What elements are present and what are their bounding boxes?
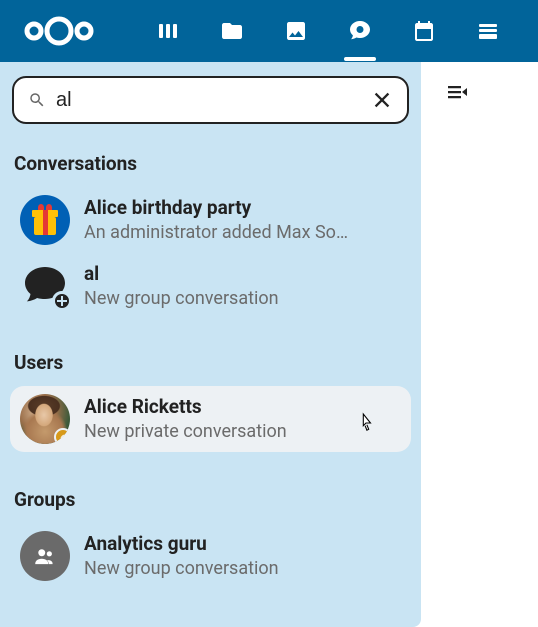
chat-plus-icon bbox=[20, 261, 70, 311]
files-icon[interactable] bbox=[218, 17, 246, 45]
section-header-users: Users bbox=[10, 341, 411, 386]
conversation-subtitle: An administrator added Max So… bbox=[84, 221, 401, 244]
calendar-icon[interactable] bbox=[410, 17, 438, 45]
search-box[interactable] bbox=[12, 76, 409, 124]
group-title: Analytics guru bbox=[84, 532, 401, 557]
user-item[interactable]: Alice Ricketts New private conversation bbox=[10, 386, 411, 452]
group-subtitle: New group conversation bbox=[84, 557, 401, 580]
collapse-sidebar-button[interactable] bbox=[445, 80, 469, 104]
search-input[interactable] bbox=[56, 89, 371, 112]
section-header-conversations: Conversations bbox=[10, 142, 411, 187]
group-icon bbox=[20, 531, 70, 581]
gift-icon bbox=[20, 195, 70, 245]
conversation-search-sidebar: Conversations Alice birthday party An ad… bbox=[0, 62, 421, 627]
new-group-title: al bbox=[84, 262, 401, 287]
user-avatar bbox=[20, 394, 70, 444]
new-group-item[interactable]: al New group conversation bbox=[10, 253, 411, 319]
section-header-groups: Groups bbox=[10, 478, 411, 523]
search-icon bbox=[28, 91, 46, 109]
user-title: Alice Ricketts bbox=[84, 395, 401, 420]
conversation-item[interactable]: Alice birthday party An administrator ad… bbox=[10, 187, 411, 253]
deck-icon[interactable] bbox=[474, 17, 502, 45]
user-subtitle: New private conversation bbox=[84, 420, 401, 443]
nextcloud-logo[interactable] bbox=[20, 12, 98, 50]
new-group-subtitle: New group conversation bbox=[84, 287, 401, 310]
top-navigation-bar bbox=[0, 0, 538, 62]
dashboard-icon[interactable] bbox=[154, 17, 182, 45]
clear-search-icon[interactable] bbox=[371, 89, 393, 111]
photos-icon[interactable] bbox=[282, 17, 310, 45]
away-status-icon bbox=[54, 428, 70, 444]
conversation-title: Alice birthday party bbox=[84, 196, 401, 221]
main-content-area bbox=[421, 62, 538, 627]
talk-icon[interactable] bbox=[346, 17, 374, 45]
group-item[interactable]: Analytics guru New group conversation bbox=[10, 523, 411, 589]
